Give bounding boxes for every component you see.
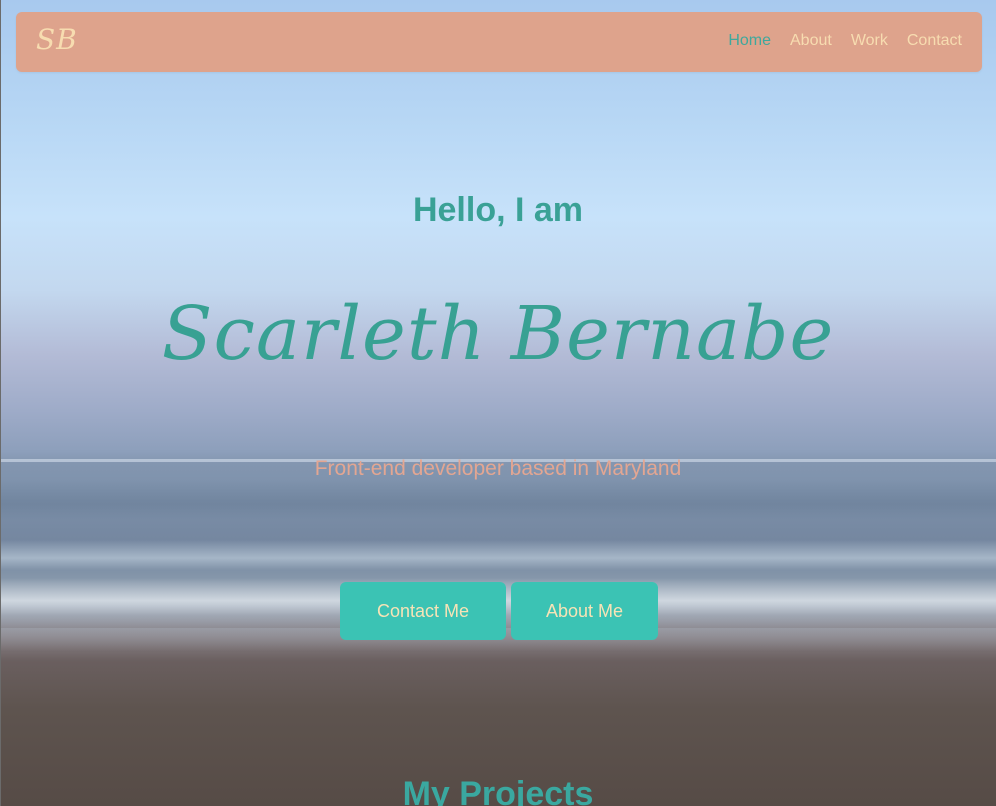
contact-me-button[interactable]: Contact Me (340, 582, 506, 640)
window-edge (0, 0, 1, 806)
brand-logo[interactable]: SB (36, 25, 78, 55)
nav-link-about[interactable]: About (790, 31, 832, 51)
nav-link-home[interactable]: Home (728, 31, 771, 51)
navbar: SB Home About Work Contact (16, 12, 982, 72)
nav-link-work[interactable]: Work (851, 31, 888, 51)
nav-link-contact[interactable]: Contact (907, 31, 962, 51)
about-me-button[interactable]: About Me (511, 582, 658, 640)
hero-tagline: Front-end developer based in Maryland (314, 457, 682, 480)
hero-name: Scarleth Bernabe (161, 291, 835, 377)
projects-section-title: My Projects (402, 775, 594, 806)
hero-buttons: Contact Me About Me (340, 582, 658, 640)
nav-links: Home About Work Contact (728, 31, 962, 51)
hero-background (0, 0, 996, 806)
hero-greeting: Hello, I am (412, 191, 584, 229)
ocean-wave (0, 480, 996, 520)
ocean-wave (0, 540, 996, 570)
